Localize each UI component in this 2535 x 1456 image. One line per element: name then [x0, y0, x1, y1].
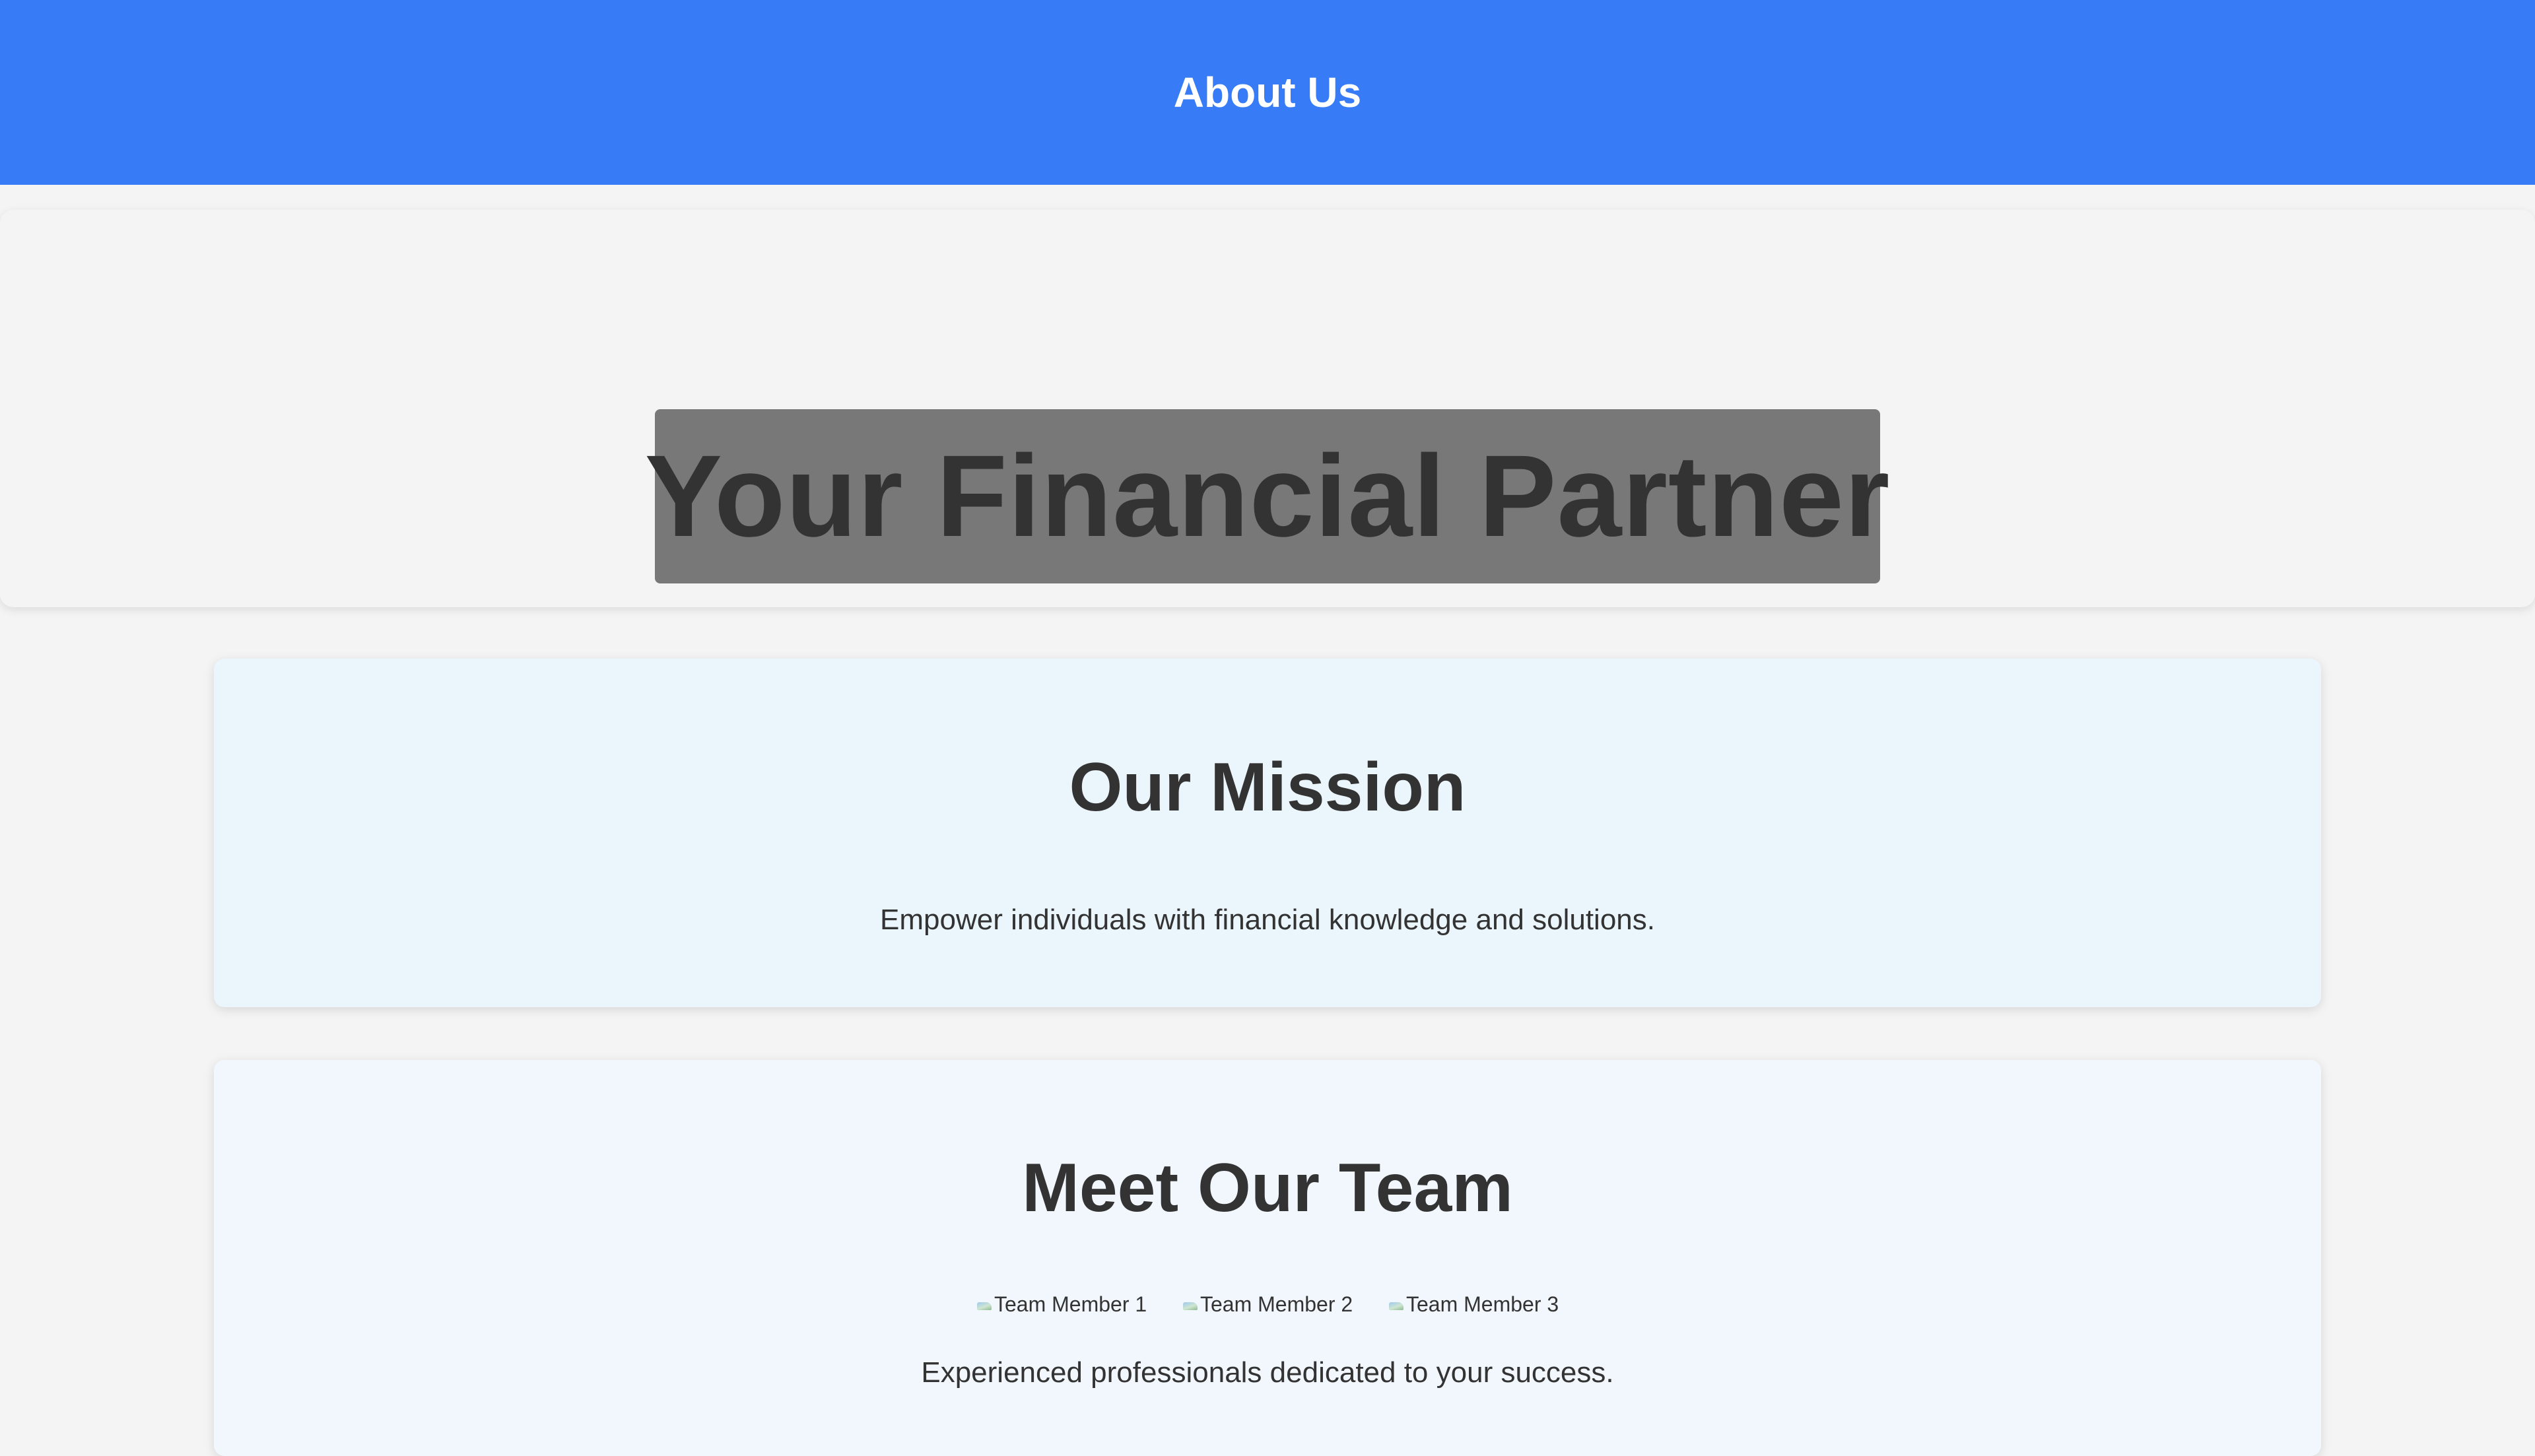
team-member-image: Team Member 1	[974, 1291, 1149, 1317]
team-member-alt-text: Team Member 2	[1200, 1292, 1353, 1316]
broken-image-icon	[1386, 1294, 1406, 1314]
hero-section: Your Financial Partner	[0, 210, 2535, 607]
team-member-alt-text: Team Member 1	[994, 1292, 1147, 1316]
mission-card: Our Mission Empower individuals with fin…	[214, 659, 2321, 1007]
team-member-image: Team Member 3	[1386, 1291, 1561, 1317]
team-heading: Meet Our Team	[1022, 1150, 1513, 1226]
page-header: About Us	[0, 0, 2535, 185]
team-member-image: Team Member 2	[1180, 1291, 1355, 1317]
hero-title: Your Financial Partner	[644, 432, 1891, 561]
team-members-row: Team Member 1 Team Member 2 Team Member …	[214, 1291, 2321, 1317]
team-member-alt-text: Team Member 3	[1406, 1292, 1559, 1316]
hero-banner: Your Financial Partner	[645, 409, 1889, 583]
broken-image-icon	[1180, 1294, 1200, 1314]
team-text: Experienced professionals dedicated to y…	[921, 1356, 1614, 1389]
broken-image-icon	[974, 1294, 994, 1314]
mission-heading: Our Mission	[1069, 749, 1466, 826]
page-title: About Us	[1173, 69, 1362, 116]
team-card: Meet Our Team Team Member 1 Team Member …	[214, 1060, 2321, 1456]
mission-text: Empower individuals with financial knowl…	[880, 904, 1655, 936]
